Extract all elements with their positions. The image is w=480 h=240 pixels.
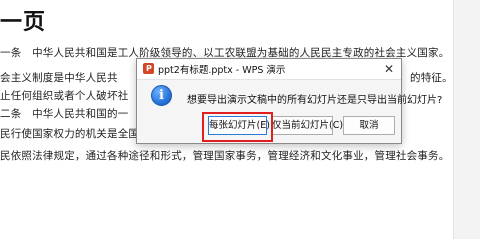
export-dialog: P ppt2有标题.pptx - WPS 演示 ✕ i 想要导出演示文稿中的所有… <box>136 58 442 144</box>
export-current-slide-button[interactable]: 仅当前幻灯片(C) <box>271 116 343 135</box>
close-icon[interactable]: ✕ <box>377 59 401 79</box>
document-line-5: 民行使国家权力的机关是全国 <box>0 128 140 140</box>
document-line-6: 民依照法律规定，通过各种途径和形式，管理国家事务，管理经济和文化事业，管理社会事… <box>0 150 450 162</box>
document-line-4: 二条 中华人民共和国的一 <box>0 108 129 120</box>
wps-presentation-icon: P <box>143 63 154 74</box>
document-line-2-end: 的特征。 <box>410 72 453 84</box>
dialog-message: 想要导出演示文稿中的所有幻灯片还是只导出当前幻灯片? <box>187 95 443 106</box>
document-line-3: 止任何组织或者个人破坏社 <box>0 90 129 102</box>
dialog-titlebar[interactable]: P ppt2有标题.pptx - WPS 演示 ✕ <box>137 59 401 80</box>
export-all-slides-button[interactable]: 每张幻灯片(E) <box>208 116 270 135</box>
page-right-margin <box>453 0 480 239</box>
document-page: 一页 一条 中华人民共和国是工人阶级领导的、以工农联盟为基础的人民民主专政的社会… <box>0 0 480 239</box>
dialog-title: ppt2有标题.pptx - WPS 演示 <box>158 65 286 76</box>
document-heading: 一页 <box>0 9 47 35</box>
cancel-button[interactable]: 取消 <box>343 116 395 135</box>
document-line-2: 会主义制度是中华人民共 <box>0 72 118 84</box>
info-icon: i <box>151 85 172 106</box>
